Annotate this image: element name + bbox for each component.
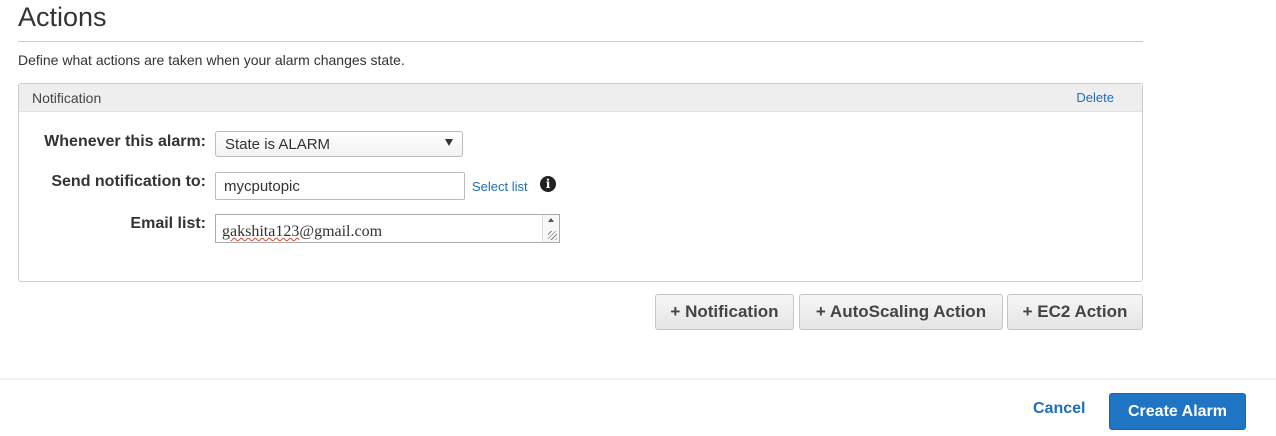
panel-title: Notification	[32, 90, 102, 106]
create-alarm-button[interactable]: Create Alarm	[1109, 393, 1246, 430]
add-autoscaling-action-button[interactable]: + AutoScaling Action	[799, 294, 1003, 330]
alarm-state-select[interactable]: State is ALARM	[215, 131, 463, 157]
resize-grip-icon[interactable]	[548, 231, 557, 240]
panel-header: Notification Delete	[19, 84, 1142, 112]
info-icon[interactable]: i	[540, 176, 556, 192]
notification-panel: Notification Delete Whenever this alarm:…	[18, 83, 1143, 282]
alarm-state-value: State is ALARM	[225, 136, 331, 153]
section-title: Actions	[18, 2, 107, 32]
email-domain-part: @gmail.com	[299, 223, 383, 240]
email-list-value: gakshita123@gmail.com	[222, 223, 382, 241]
email-list-textarea[interactable]: gakshita123@gmail.com	[215, 214, 560, 243]
add-ec2-action-button[interactable]: + EC2 Action	[1007, 294, 1143, 330]
footer-divider	[0, 378, 1276, 380]
chevron-down-icon	[445, 139, 453, 146]
section-description: Define what actions are taken when your …	[18, 52, 405, 68]
email-list-label: Email list:	[130, 215, 206, 232]
scroll-up-icon[interactable]	[548, 218, 554, 222]
email-user-part: gakshita123	[222, 223, 300, 240]
title-divider	[18, 41, 1143, 42]
add-notification-button[interactable]: + Notification	[655, 294, 794, 330]
delete-link[interactable]: Delete	[1076, 90, 1114, 105]
send-to-input[interactable]	[215, 172, 465, 200]
cancel-button[interactable]: Cancel	[1033, 400, 1085, 418]
actions-page: Actions Define what actions are taken wh…	[0, 0, 1276, 436]
send-to-label: Send notification to:	[51, 173, 206, 190]
select-list-link[interactable]: Select list	[472, 179, 528, 194]
alarm-state-label: Whenever this alarm:	[44, 133, 206, 150]
